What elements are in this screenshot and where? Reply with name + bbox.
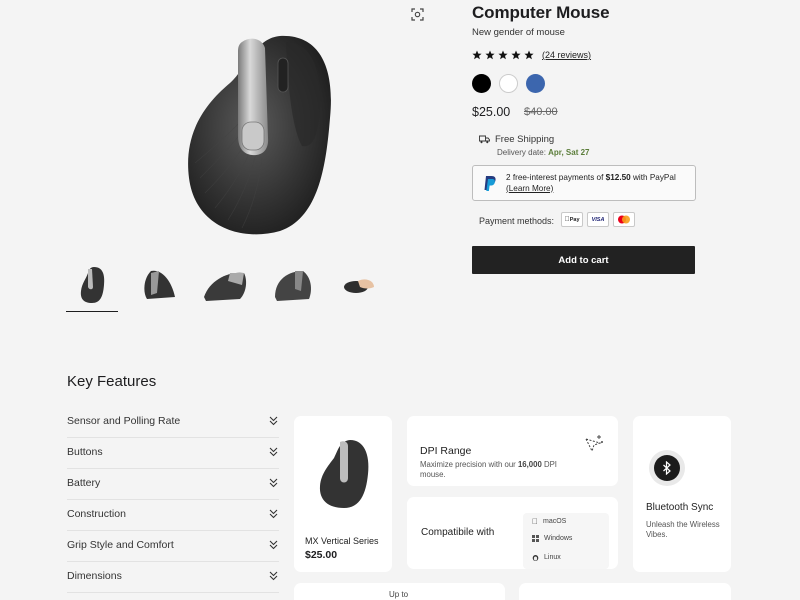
os-list: macOS Windows Linux xyxy=(523,513,609,569)
image-scan-button[interactable] xyxy=(406,4,428,24)
dpi-title: DPI Range xyxy=(420,445,472,457)
os-item-linux: Linux xyxy=(532,553,561,561)
product-title: Computer Mouse xyxy=(472,3,610,22)
chevron-double-down-icon xyxy=(269,540,278,550)
star-icon xyxy=(485,50,495,60)
star-icon xyxy=(511,50,521,60)
upto-label: Up to xyxy=(389,590,409,599)
chevron-double-down-icon xyxy=(269,447,278,457)
payment-methods: Pay VISA xyxy=(561,212,635,227)
windows-icon xyxy=(532,535,539,542)
reviews-link[interactable]: (24 reviews) xyxy=(542,50,591,60)
os-item-windows: Windows xyxy=(532,535,572,542)
paypal-installments: 2 free-interest payments of $12.50 with … xyxy=(472,165,696,201)
thumbnail-5[interactable] xyxy=(334,262,384,308)
color-swatches xyxy=(472,74,545,93)
bluetooth-title: Bluetooth Sync xyxy=(646,502,714,513)
series-name: MX Vertical Series xyxy=(305,536,379,546)
bluetooth-card: Bluetooth Sync Unleash the Wireless Vibe… xyxy=(633,416,731,572)
add-to-cart-button[interactable]: Add to cart xyxy=(472,246,695,274)
chevron-double-down-icon xyxy=(269,478,278,488)
payment-methods-label: Payment methods: xyxy=(479,216,555,226)
thumbnail-2[interactable] xyxy=(134,262,184,308)
series-card: MX Vertical Series $25.00 xyxy=(294,416,392,572)
accordion-construction[interactable]: Construction xyxy=(67,500,279,531)
thumbnail-strip xyxy=(66,262,386,312)
delivery-date: Delivery date: Apr, Sat 27 xyxy=(497,148,590,157)
os-item-macos: macOS xyxy=(532,517,566,526)
product-main-image xyxy=(170,28,350,238)
star-icon xyxy=(472,50,482,60)
mouse-sparkle-icon xyxy=(585,435,603,453)
accordion-battery[interactable]: Battery xyxy=(67,469,279,500)
shipping-label: Free Shipping xyxy=(495,134,555,145)
chevron-double-down-icon xyxy=(269,571,278,581)
current-price: $25.00 xyxy=(472,105,511,119)
paypal-learn-more-link[interactable]: (Learn More) xyxy=(506,184,553,193)
accordion-dimensions[interactable]: Dimensions xyxy=(67,562,279,593)
series-product-image xyxy=(319,440,369,508)
thumbnail-3[interactable] xyxy=(200,262,250,308)
mastercard-icon xyxy=(613,212,635,227)
chevron-double-down-icon xyxy=(269,416,278,426)
visa-icon: VISA xyxy=(587,212,609,227)
key-features-title: Key Features xyxy=(67,373,157,390)
compatibility-card: Compatibile with macOS Windows Linux xyxy=(407,497,618,569)
linux-icon xyxy=(532,555,539,561)
accordion-grip-style[interactable]: Grip Style and Comfort xyxy=(67,531,279,562)
applepay-icon: Pay xyxy=(561,212,583,227)
bluetooth-icon xyxy=(663,461,671,475)
color-swatch-white[interactable] xyxy=(499,74,518,93)
original-price: $40.00 xyxy=(524,106,558,118)
accordion-sensor[interactable]: Sensor and Polling Rate xyxy=(67,407,279,438)
dpi-description: Maximize precision with our 16,000 DPI m… xyxy=(420,460,557,479)
truck-icon xyxy=(479,135,490,144)
rating: (24 reviews) xyxy=(472,50,591,60)
thumbnail-1[interactable] xyxy=(66,262,118,312)
star-icon xyxy=(524,50,534,60)
battery-card: Up to xyxy=(294,583,505,600)
paypal-icon xyxy=(484,176,496,191)
shipping-info: Free Shipping xyxy=(479,134,554,145)
feature-card-extra xyxy=(519,583,731,600)
apple-icon:  xyxy=(532,517,538,526)
color-swatch-blue[interactable] xyxy=(526,74,545,93)
thumbnail-4[interactable] xyxy=(267,262,317,308)
accordion-buttons[interactable]: Buttons xyxy=(67,438,279,469)
star-icon xyxy=(498,50,508,60)
chevron-double-down-icon xyxy=(269,509,278,519)
compatibility-title: Compatibile with xyxy=(421,527,495,538)
dpi-card: DPI Range Maximize precision with our 16… xyxy=(407,416,618,486)
series-price: $25.00 xyxy=(305,549,338,561)
bluetooth-description: Unleash the Wireless Vibes. xyxy=(646,520,720,539)
product-subtitle: New gender of mouse xyxy=(472,27,565,38)
color-swatch-black[interactable] xyxy=(472,74,491,93)
scan-icon xyxy=(410,7,424,21)
